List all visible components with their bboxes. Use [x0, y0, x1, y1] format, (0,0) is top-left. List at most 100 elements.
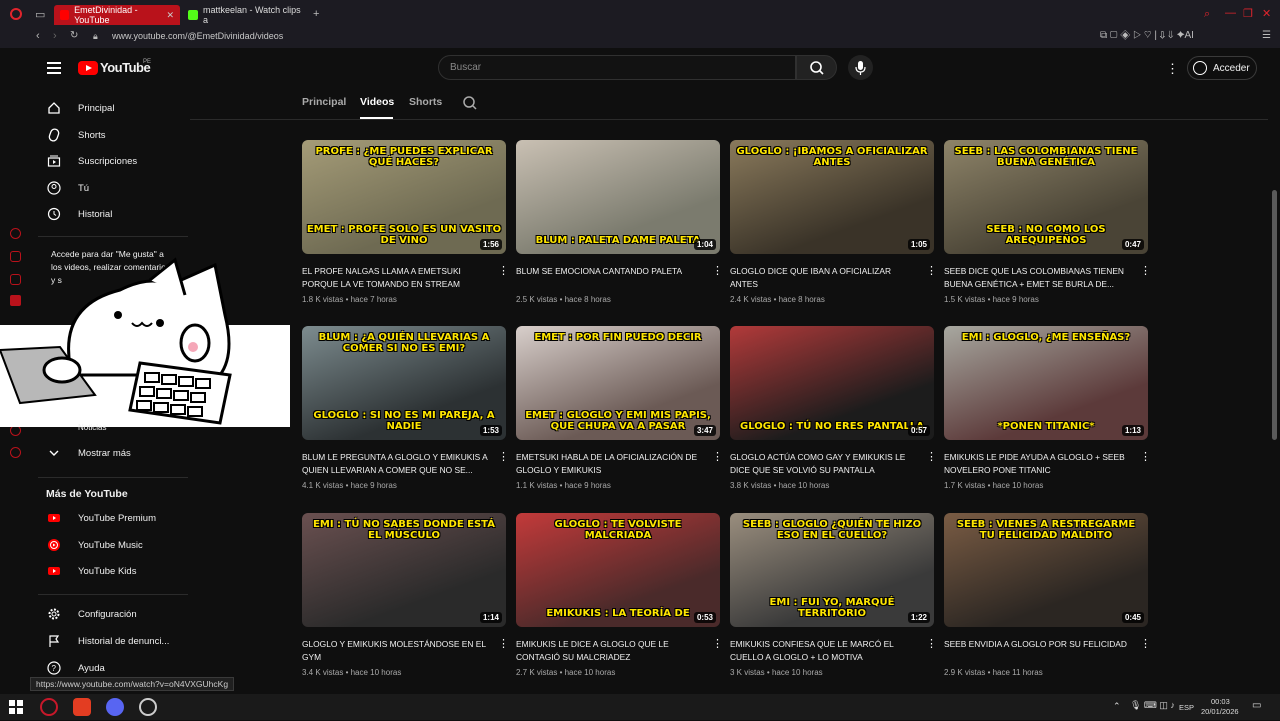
tab-shorts[interactable]: Shorts — [409, 96, 442, 108]
video-card[interactable]: GLOGLO : TE VOLVISTE MALCRIADA EMIKUKIS :… — [516, 513, 723, 683]
video-card[interactable]: GLOGLO : TÚ NO ERES PANTALLA 0:57 GLOGLO A… — [730, 326, 937, 496]
close-window-icon[interactable]: ✕ — [1262, 7, 1271, 20]
channel-search-icon[interactable] — [462, 95, 478, 116]
search-input[interactable]: Buscar — [438, 55, 796, 80]
video-title[interactable]: GLOGLO Y EMIKUKIS MOLESTÁNDOSE EN EL GYM — [302, 638, 492, 664]
video-title[interactable]: EMIKUKIS CONFIESA QUE LE MARCÓ EL CUELLO… — [730, 638, 920, 664]
search-button[interactable] — [796, 55, 837, 80]
youtube-logo[interactable]: YouTube PE — [78, 59, 151, 75]
video-thumbnail[interactable]: SEEB : GLOGLO ¿QUIÉN TE HIZO ESO EN EL C… — [730, 513, 934, 627]
video-menu-icon[interactable]: ⋮ — [712, 450, 723, 463]
opera-gx-taskbar-icon[interactable] — [40, 698, 58, 716]
notifications-icon[interactable]: ▭ — [1252, 700, 1261, 711]
video-thumbnail[interactable]: GLOGLO : TÚ NO ERES PANTALLA 0:57 — [730, 326, 934, 440]
video-thumbnail[interactable]: SEEB : VIENES A RESTREGARME TU FELICIDAD… — [944, 513, 1148, 627]
video-title[interactable]: EMIKUKIS LE DICE A GLOGLO QUE LE CONTAGI… — [516, 638, 706, 664]
video-card[interactable]: BLUM : PALETA DAME PALETA 1:04 BLUM SE EMO… — [516, 140, 723, 310]
sidebar-app-icon[interactable] — [10, 228, 21, 239]
search-tabs-icon[interactable]: ⌕ — [1204, 8, 1210, 21]
sidebar-item-youtube-music[interactable]: YouTube Music — [47, 537, 143, 553]
tab-menu-icon[interactable]: ▭ — [35, 8, 45, 21]
video-menu-icon[interactable]: ⋮ — [712, 264, 723, 277]
sidebar-item-noticias[interactable]: Noticias — [47, 419, 106, 435]
reload-icon[interactable]: ↻ — [70, 30, 78, 41]
app-taskbar-icon[interactable] — [139, 698, 157, 716]
video-title[interactable]: BLUM SE EMOCIONA CANTANDO PALETA — [516, 265, 706, 278]
discord-taskbar-icon[interactable] — [106, 698, 124, 716]
sidebar-item-youtube-kids[interactable]: YouTube Kids — [47, 563, 136, 579]
video-thumbnail[interactable]: EMI : TÚ NO SABES DONDE ESTÁ EL MÚSCULO 1… — [302, 513, 506, 627]
voice-search-button[interactable] — [848, 55, 873, 80]
language-indicator[interactable]: ESP — [1179, 703, 1194, 712]
tab-kick[interactable]: mattkeelan - Watch clips a — [182, 5, 308, 25]
sidebar-item-configuracion[interactable]: Configuración — [47, 606, 137, 622]
sidebar-item-shorts[interactable]: Shorts — [47, 127, 105, 143]
video-title[interactable]: SEEB DICE QUE LAS COLOMBIANAS TIENEN BUE… — [944, 265, 1134, 291]
video-thumbnail[interactable]: PROFE : ¿ME PUEDES EXPLICAR QUÉ HACES? EM… — [302, 140, 506, 254]
video-title[interactable]: EL PROFE NALGAS LLAMA A EMETSUKI PORQUE … — [302, 265, 492, 291]
close-tab-icon[interactable]: ✕ — [166, 10, 174, 21]
video-card[interactable]: BLUM : ¿A QUIÉN LLEVARIAS A COMER SI NO … — [302, 326, 509, 496]
back-icon[interactable]: ‹ — [36, 30, 40, 42]
video-card[interactable]: EMET : POR FIN PUEDO DECIR EMET : GLOGLO … — [516, 326, 723, 496]
video-card[interactable]: SEEB : VIENES A RESTREGARME TU FELICIDAD… — [944, 513, 1151, 683]
sidebar-item-suscripciones[interactable]: Suscripciones — [47, 153, 137, 169]
opera-menu-icon[interactable] — [10, 8, 22, 20]
video-menu-icon[interactable]: ⋮ — [1140, 637, 1151, 650]
video-card[interactable]: EMI : GLOGLO, ¿ME ENSEÑAS? *PONEN TITANIC… — [944, 326, 1151, 496]
video-card[interactable]: EMI : TÚ NO SABES DONDE ESTÁ EL MÚSCULO 1… — [302, 513, 509, 683]
guide-menu-button[interactable] — [47, 62, 61, 74]
sidebar-item-ayuda[interactable]: ? Ayuda — [47, 660, 105, 676]
url-field[interactable]: www.youtube.com/@EmetDivinidad/videos — [112, 31, 283, 41]
video-menu-icon[interactable]: ⋮ — [498, 264, 509, 277]
sidebar-item-report-history[interactable]: Historial de denunci... — [47, 633, 169, 649]
video-card[interactable]: SEEB : LAS COLOMBIANAS TIENE BUENA GENÉT… — [944, 140, 1151, 310]
settings-menu-icon[interactable]: ⋮ — [1166, 61, 1179, 77]
video-thumbnail[interactable]: GLOGLO : TE VOLVISTE MALCRIADA EMIKUKIS :… — [516, 513, 720, 627]
video-thumbnail[interactable]: BLUM : PALETA DAME PALETA 1:04 — [516, 140, 720, 254]
extension-icons[interactable]: ⧉ ▢ ◈ ▷ ♡ | ⇩ ⇓ ✦AI — [1100, 30, 1194, 41]
minimize-icon[interactable]: — — [1225, 7, 1236, 19]
video-thumbnail[interactable]: EMI : GLOGLO, ¿ME ENSEÑAS? *PONEN TITANIC… — [944, 326, 1148, 440]
tab-videos[interactable]: Videos — [360, 96, 394, 108]
tray-icons[interactable]: 🎙︎ ⌨︎ ◫ ♪ — [1130, 700, 1175, 711]
windows-start-icon[interactable] — [7, 698, 25, 716]
video-menu-icon[interactable]: ⋮ — [926, 637, 937, 650]
tray-chevron-icon[interactable]: ⌃ — [1113, 701, 1121, 712]
video-title[interactable]: SEEB ENVIDIA A GLOGLO POR SU FELICIDAD — [944, 638, 1134, 651]
maximize-icon[interactable]: ❐ — [1243, 7, 1253, 20]
video-title[interactable]: GLOGLO ACTÚA COMO GAY Y EMIKUKIS LE DICE… — [730, 451, 920, 477]
video-thumbnail[interactable]: GLOGLO : ¡IBAMOS A OFICIALIZAR ANTES 1:05 — [730, 140, 934, 254]
forward-icon[interactable]: › — [53, 30, 57, 42]
video-menu-icon[interactable]: ⋮ — [498, 450, 509, 463]
video-menu-icon[interactable]: ⋮ — [1140, 264, 1151, 277]
video-menu-icon[interactable]: ⋮ — [1140, 450, 1151, 463]
video-menu-icon[interactable]: ⋮ — [926, 264, 937, 277]
show-more-button[interactable]: Mostrar más — [47, 445, 131, 461]
brave-taskbar-icon[interactable] — [73, 698, 91, 716]
clock-date[interactable]: 20/01/2026 — [1201, 707, 1239, 716]
new-tab-button[interactable]: + — [313, 8, 319, 20]
sidebar-item-principal[interactable]: Principal — [47, 100, 114, 116]
browser-menu-icon[interactable]: ☰ — [1262, 30, 1271, 41]
clock-time[interactable]: 00:03 — [1211, 697, 1230, 706]
video-menu-icon[interactable]: ⋮ — [498, 637, 509, 650]
video-title[interactable]: EMIKUKIS LE PIDE AYUDA A GLOGLO + SEEB N… — [944, 451, 1134, 477]
sidebar-item-youtube-premium[interactable]: YouTube Premium — [47, 510, 156, 526]
tab-principal[interactable]: Principal — [302, 96, 346, 108]
sidebar-item-tu[interactable]: Tú — [47, 180, 89, 196]
video-title[interactable]: BLUM LE PREGUNTA A GLOGLO Y EMIKUKIS A Q… — [302, 451, 492, 477]
video-thumbnail[interactable]: EMET : POR FIN PUEDO DECIR EMET : GLOGLO … — [516, 326, 720, 440]
video-menu-icon[interactable]: ⋮ — [926, 450, 937, 463]
sidebar-settings-icon[interactable] — [10, 447, 21, 458]
sidebar-item-historial[interactable]: Historial — [47, 206, 112, 222]
scrollbar-thumb[interactable] — [1272, 190, 1277, 440]
video-title[interactable]: EMETSUKI HABLA DE LA OFICIALIZACIÓN DE G… — [516, 451, 706, 477]
video-thumbnail[interactable]: BLUM : ¿A QUIÉN LLEVARIAS A COMER SI NO … — [302, 326, 506, 440]
tab-youtube[interactable]: EmetDivinidad - YouTube ✕ — [54, 5, 180, 25]
video-card[interactable]: PROFE : ¿ME PUEDES EXPLICAR QUÉ HACES? EM… — [302, 140, 509, 310]
video-title[interactable]: GLOGLO DICE QUE IBAN A OFICIALIZAR ANTES — [730, 265, 920, 291]
video-card[interactable]: SEEB : GLOGLO ¿QUIÉN TE HIZO ESO EN EL C… — [730, 513, 937, 683]
sign-in-button[interactable]: Acceder — [1187, 56, 1257, 80]
video-menu-icon[interactable]: ⋮ — [712, 637, 723, 650]
